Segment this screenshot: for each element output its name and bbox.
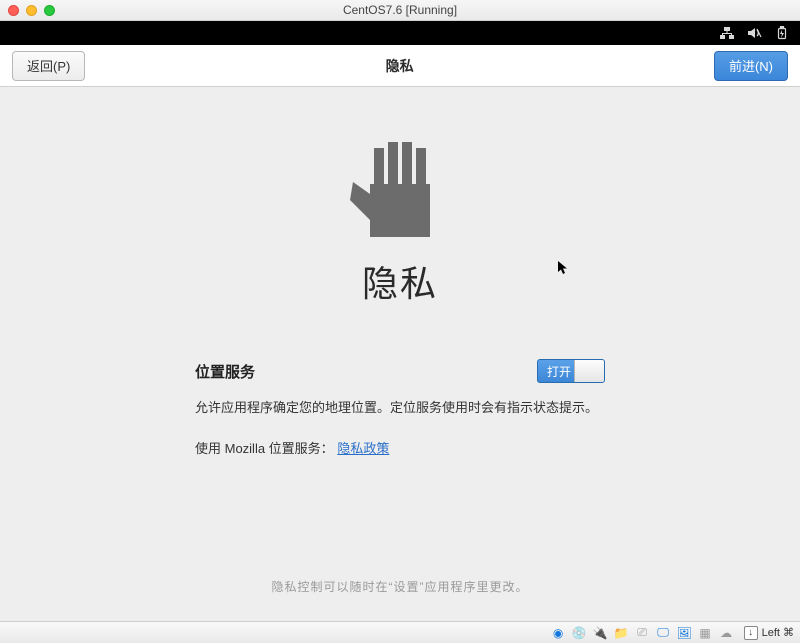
toggle-knob xyxy=(574,360,604,382)
hostkey-arrow-icon: ↓ xyxy=(744,626,758,640)
location-description: 允许应用程序确定您的地理位置。定位服务使用时会有指示状态提示。 xyxy=(195,397,605,418)
statusbar-hdd-icon[interactable]: ◉ xyxy=(549,624,568,641)
window-minimize-button[interactable] xyxy=(26,5,37,16)
toggle-on-text: 打开 xyxy=(538,363,571,380)
location-section: 位置服务 打开 允许应用程序确定您的地理位置。定位服务使用时会有指示状态提示。 … xyxy=(195,359,605,457)
forward-button-label: 前进(N) xyxy=(729,56,773,75)
page-heading: 隐私 xyxy=(362,255,438,307)
mozilla-line: 使用 Mozilla 位置服务： 隐私政策 xyxy=(195,438,605,457)
guest-topbar xyxy=(0,21,800,45)
mozilla-prefix: 使用 Mozilla 位置服务： xyxy=(195,441,334,456)
statusbar-disc-icon[interactable]: 💿 xyxy=(570,624,589,641)
window-title: CentOS7.6 [Running] xyxy=(0,3,800,17)
statusbar-folder-icon[interactable]: 📁 xyxy=(612,624,631,641)
privacy-policy-link[interactable]: 隐私政策 xyxy=(337,441,389,456)
window-close-button[interactable] xyxy=(8,5,19,16)
back-button[interactable]: 返回(P) xyxy=(12,51,85,81)
statusbar-record-icon[interactable]: 🖼 xyxy=(675,624,694,641)
statusbar-mic-icon[interactable]: ☁ xyxy=(717,624,736,641)
guest-desktop: 返回(P) 隐私 前进(N) 隐私 xyxy=(0,45,800,621)
page-content: 隐私 位置服务 打开 允许应用程序确定您的地理位置。定位服务使用时会有指示状态提… xyxy=(0,87,800,621)
vm-statusbar: ◉ 💿 🔌 📁 ⎚ 🖵 🖼 ▦ ☁ ↓ Left ⌘ xyxy=(0,621,800,643)
headerbar: 返回(P) 隐私 前进(N) xyxy=(0,45,800,87)
hand-privacy-icon xyxy=(345,142,455,237)
back-button-label: 返回(P) xyxy=(27,56,70,75)
footer-note: 隐私控制可以随时在“设置”应用程序里更改。 xyxy=(272,578,529,595)
headerbar-title: 隐私 xyxy=(386,56,414,76)
network-icon[interactable] xyxy=(720,27,734,39)
location-toggle[interactable]: 打开 xyxy=(537,359,605,383)
statusbar-cam-icon[interactable]: ▦ xyxy=(696,624,715,641)
forward-button[interactable]: 前进(N) xyxy=(714,51,788,81)
location-label: 位置服务 xyxy=(195,361,255,382)
hostkey-label: Left ⌘ xyxy=(762,626,794,639)
traffic-lights xyxy=(8,5,55,16)
window-zoom-button[interactable] xyxy=(44,5,55,16)
battery-icon[interactable] xyxy=(776,26,788,40)
mac-titlebar: CentOS7.6 [Running] xyxy=(0,0,800,21)
statusbar-usb-icon[interactable]: 🔌 xyxy=(591,624,610,641)
statusbar-display-icon[interactable]: 🖵 xyxy=(654,624,673,641)
volume-icon[interactable] xyxy=(748,27,762,39)
hostkey-indicator: ↓ Left ⌘ xyxy=(744,626,794,640)
statusbar-shared-icon[interactable]: ⎚ xyxy=(633,624,652,641)
